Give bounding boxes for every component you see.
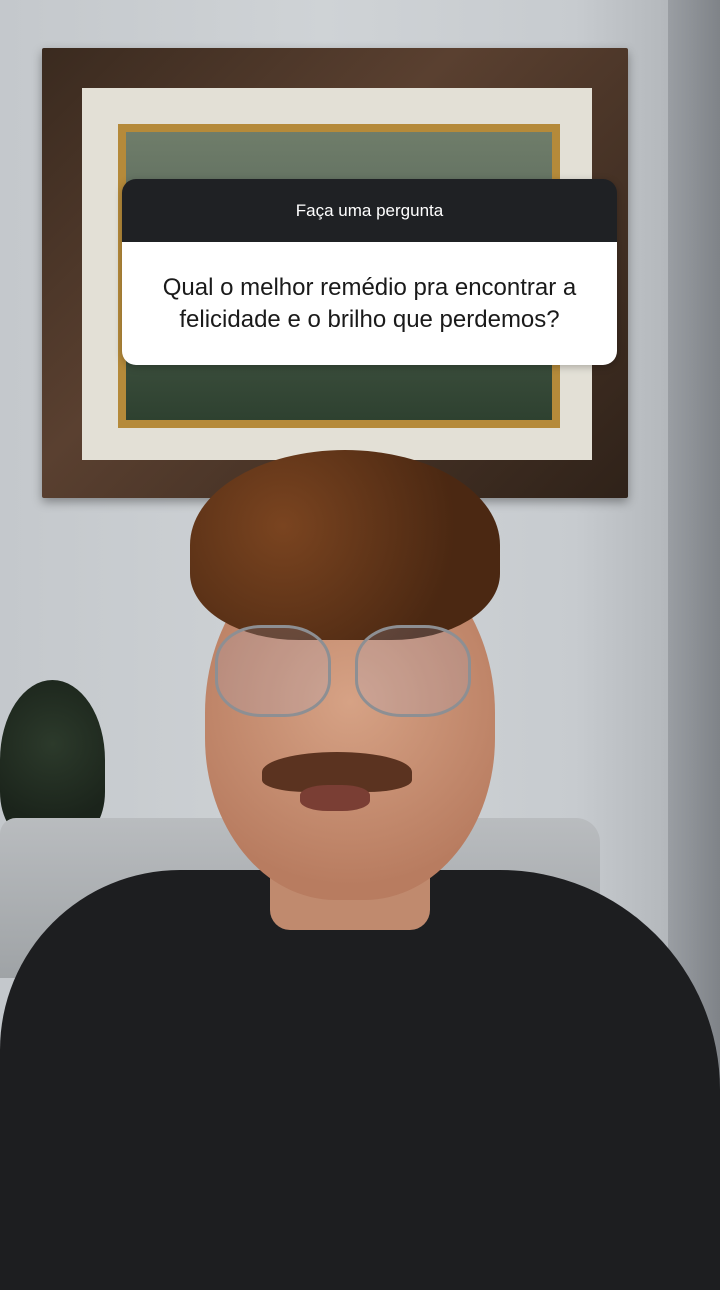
question-text: Qual o melhor remédio pra encontrar a fe… — [162, 273, 577, 333]
question-sticker-header: Faça uma pergunta — [122, 179, 617, 242]
mouth — [300, 785, 370, 811]
right-lens — [355, 625, 471, 717]
speaker-person — [0, 450, 720, 1290]
question-sticker-header-label: Faça uma pergunta — [295, 200, 444, 220]
black-tshirt — [0, 870, 720, 1290]
left-lens — [215, 625, 331, 717]
question-sticker[interactable]: Faça uma pergunta Qual o melhor remédio … — [122, 179, 617, 365]
question-sticker-body: Qual o melhor remédio pra encontrar a fe… — [122, 242, 617, 365]
eyeglasses — [215, 625, 471, 717]
curly-hair — [190, 450, 500, 640]
